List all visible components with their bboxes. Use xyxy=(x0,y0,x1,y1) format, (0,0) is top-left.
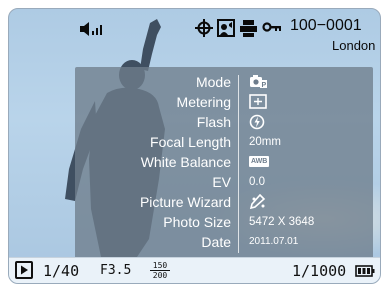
image-counter: 1/1000 xyxy=(292,262,347,280)
ev-label: EV xyxy=(212,174,231,190)
mode-label: Mode xyxy=(195,74,231,90)
photo-size-label: Photo Size xyxy=(163,214,231,230)
flash-label: Flash xyxy=(196,114,231,130)
metering-label: Metering xyxy=(176,94,231,110)
print-icon xyxy=(240,20,257,37)
info-row-date: Date 2011.07.01 xyxy=(75,232,373,252)
info-row-flash: Flash xyxy=(75,112,373,132)
info-row-white-balance: White Balance AWB xyxy=(75,152,373,172)
iso-indicator: 150 200 xyxy=(150,262,170,280)
camera-program-mode-icon: P xyxy=(250,75,267,89)
date-label: Date xyxy=(201,234,231,250)
info-row-photo-size: Photo Size 5472 X 3648 xyxy=(75,212,373,232)
iso-bottom-value: 200 xyxy=(152,271,168,280)
shooting-info-panel: Mode P Metering Flash Focal Length 20mm … xyxy=(75,67,373,261)
location-label: London xyxy=(332,38,376,53)
protect-key-icon xyxy=(262,22,281,32)
exposure-bar: 1/40 F3.5 150 200 1/1000 xyxy=(9,257,380,283)
svg-text:P: P xyxy=(262,82,267,89)
voice-memo-icon xyxy=(217,19,235,37)
info-row-ev: EV 0.0 xyxy=(75,172,373,192)
info-row-focal-length: Focal Length 20mm xyxy=(75,132,373,152)
picture-wizard-icon xyxy=(249,194,266,209)
gps-target-icon xyxy=(195,19,213,37)
playback-button[interactable] xyxy=(15,261,33,279)
iso-top-value: 150 xyxy=(150,262,170,271)
battery-icon xyxy=(355,265,375,277)
camera-playback-screen: 100−0001 London Mode P Metering Flash Fo… xyxy=(8,8,381,284)
metering-spot-icon xyxy=(249,94,267,109)
file-number: 100−0001 xyxy=(290,17,362,34)
picture-wizard-label: Picture Wizard xyxy=(139,194,231,210)
ev-value: 0.0 xyxy=(249,176,265,188)
photo-size-value: 5472 X 3648 xyxy=(249,216,315,228)
awb-badge: AWB xyxy=(249,156,270,167)
focal-length-value: 20mm xyxy=(249,136,281,148)
aperture-value: F3.5 xyxy=(100,263,132,278)
date-value: 2011.07.01 xyxy=(249,236,299,247)
shutter-speed: 1/40 xyxy=(43,262,80,280)
flash-off-icon xyxy=(249,114,265,130)
info-row-picture-wizard: Picture Wizard xyxy=(75,192,373,212)
focal-length-label: Focal Length xyxy=(150,134,231,150)
white-balance-label: White Balance xyxy=(140,154,231,170)
status-bar: 100−0001 London xyxy=(9,9,380,69)
info-row-metering: Metering xyxy=(75,92,373,112)
volume-icon xyxy=(80,22,102,36)
info-row-mode: Mode P xyxy=(75,72,373,92)
play-icon xyxy=(21,265,28,275)
